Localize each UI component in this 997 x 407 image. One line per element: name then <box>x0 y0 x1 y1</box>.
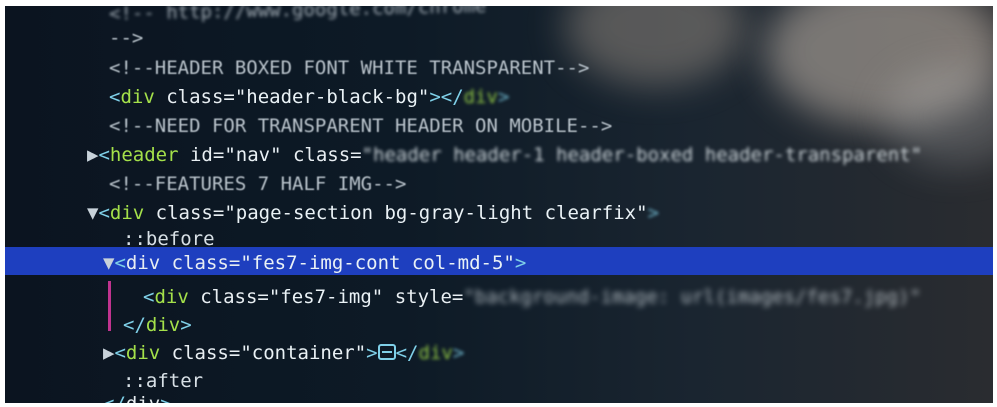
tag-bracket: < <box>109 86 121 108</box>
comment-text: <!--HEADER BOXED FONT WHITE TRANSPARENT-… <box>109 57 590 79</box>
tag-bracket: < <box>114 252 126 274</box>
attribute-name: style= <box>383 286 464 308</box>
attribute-name: class= <box>160 342 241 364</box>
code-line: <!--HEADER BOXED FONT WHITE TRANSPARENT-… <box>109 54 589 82</box>
code-line[interactable]: ▶<div class="container"> </div> <box>103 339 464 367</box>
attribute-value: "nav" <box>224 144 282 166</box>
tag-bracket: > <box>514 252 527 274</box>
attribute-value: "container" <box>240 342 367 364</box>
tag-bracket: > <box>647 202 660 224</box>
attribute-name: class= <box>188 286 269 308</box>
attribute-value: "fes7-img-cont col-md-5" <box>240 252 515 274</box>
attribute-name: class= <box>144 202 225 224</box>
devtools-elements-panel: <!-- http://www.google.com/chrome --> <!… <box>5 6 993 403</box>
code-line: <!--NEED FOR TRANSPARENT HEADER ON MOBIL… <box>109 112 612 140</box>
tag-name: div <box>126 393 160 403</box>
attribute-value: "header header-1 header-boxed header-tra… <box>361 144 923 166</box>
tag-name: div <box>125 342 161 364</box>
code-line: <!--FEATURES 7 HALF IMG--> <box>109 170 406 198</box>
code-line[interactable]: ▼<div class="page-section bg-gray-light … <box>87 199 659 227</box>
tag-name: div <box>463 86 498 108</box>
tag-bracket: < <box>98 202 110 224</box>
attribute-value: "header-black-bg" <box>234 86 430 108</box>
tag-bracket: > <box>497 86 510 108</box>
attribute-name: class= <box>154 86 235 108</box>
tag-bracket: ></ <box>429 86 464 108</box>
code-line[interactable]: </div> <box>123 311 192 339</box>
tag-name: div <box>154 286 189 308</box>
tag-bracket: < <box>114 342 126 364</box>
attribute-name: class= <box>281 144 362 166</box>
code-line: --> <box>109 24 143 52</box>
expand-arrow-icon[interactable]: ▶ <box>87 144 98 166</box>
tag-name: div <box>109 202 145 224</box>
tag-name: header <box>109 144 179 166</box>
comment-text: <!--FEATURES 7 HALF IMG--> <box>109 173 407 195</box>
tag-bracket: > <box>366 342 378 364</box>
comment-text: --> <box>109 27 144 49</box>
code-line[interactable]: ▶<header id="nav" class="header header-1… <box>87 141 922 169</box>
tag-name: div <box>125 252 161 274</box>
collapse-arrow-icon[interactable]: ▼ <box>103 252 114 274</box>
code-line[interactable]: <div class="header-black-bg"></div> <box>109 83 509 111</box>
tag-bracket: > <box>180 314 192 336</box>
tag-bracket: </ <box>395 342 419 364</box>
collapsed-content-icon[interactable] <box>377 344 396 360</box>
attribute-name: id= <box>178 144 225 166</box>
comment-text: <!--NEED FOR TRANSPARENT HEADER ON MOBIL… <box>109 115 613 137</box>
pseudo-element: ::before <box>123 228 215 250</box>
expand-arrow-icon[interactable]: ▶ <box>103 342 114 364</box>
attribute-value: "page-section bg-gray-light clearfix" <box>224 202 648 224</box>
attribute-value: "fes7-img" <box>268 286 384 308</box>
tag-name: div <box>418 342 453 364</box>
code-line[interactable]: </div> <box>103 390 172 403</box>
tag-name: div <box>120 86 155 108</box>
code-line: <!-- http://www.google.com/chrome <box>109 6 487 28</box>
tag-bracket: </ <box>103 393 126 403</box>
attribute-value: "background-image: url(images/fes7.jpg)" <box>463 286 921 308</box>
pseudo-element: ::after <box>123 370 204 392</box>
code-line[interactable]: <div class="fes7-img" style="background-… <box>143 283 921 311</box>
tag-bracket: > <box>452 342 465 364</box>
tag-bracket: </ <box>123 314 146 336</box>
selected-code-line[interactable]: ▼<div class="fes7-img-cont col-md-5"> <box>103 249 526 277</box>
attribute-name: class= <box>160 252 241 274</box>
comment-text: <!-- http://www.google.com/chrome <box>108 6 487 25</box>
photo-frame: <!-- http://www.google.com/chrome --> <!… <box>5 6 993 403</box>
collapse-arrow-icon[interactable]: ▼ <box>87 202 98 224</box>
tag-name: div <box>145 314 181 336</box>
tag-bracket: < <box>98 144 110 166</box>
tag-bracket: > <box>160 393 171 403</box>
tag-bracket: < <box>143 286 155 308</box>
